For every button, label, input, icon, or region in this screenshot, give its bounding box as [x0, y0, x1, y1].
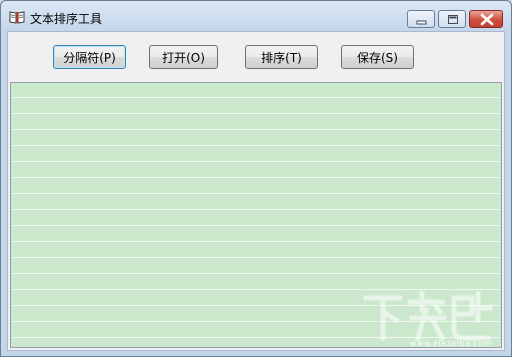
main-window: 文本排序工具 分隔符(P) 打开(O) 排序(T) 保存(S) www.xiaz… [0, 0, 512, 357]
maximize-button[interactable] [438, 10, 466, 28]
close-icon [480, 13, 494, 26]
close-button[interactable] [469, 10, 503, 28]
client-area: 分隔符(P) 打开(O) 排序(T) 保存(S) www.xiazaiba.co… [7, 31, 505, 351]
window-title: 文本排序工具 [30, 12, 103, 26]
save-button[interactable]: 保存(S) [341, 45, 414, 69]
watermark-url: www.xiazaiba.com [409, 339, 492, 348]
sort-button[interactable]: 排序(T) [245, 45, 318, 69]
minimize-button[interactable] [407, 10, 435, 28]
book-icon [9, 10, 25, 24]
watermark-logo [363, 291, 493, 342]
title-bar[interactable]: 文本排序工具 [1, 1, 511, 31]
separator-button[interactable]: 分隔符(P) [53, 45, 126, 69]
minimize-icon [416, 20, 427, 25]
maximize-icon [448, 15, 458, 24]
open-button[interactable]: 打开(O) [149, 45, 218, 69]
